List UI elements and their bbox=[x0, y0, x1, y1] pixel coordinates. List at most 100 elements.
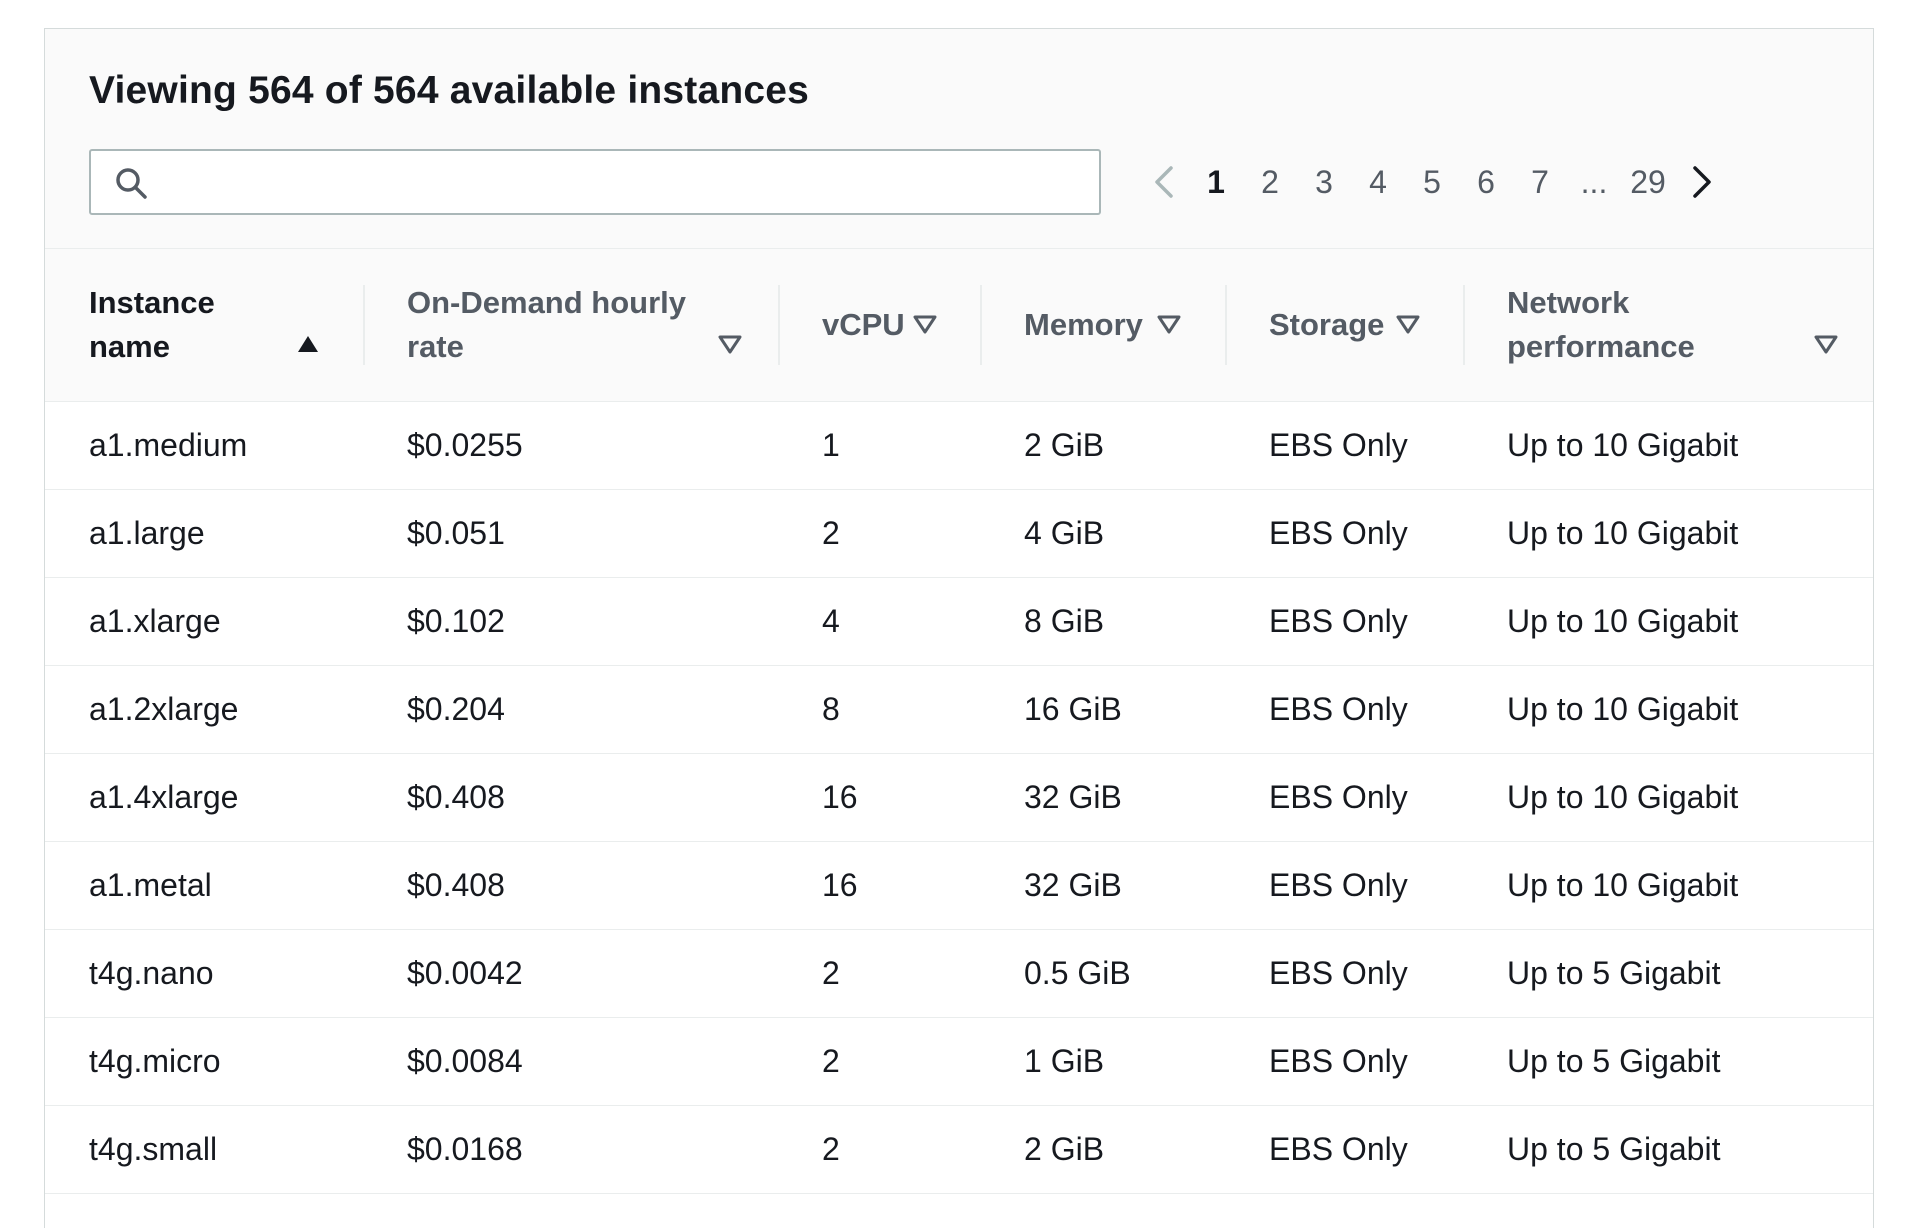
cell-vcpu: 4 bbox=[822, 602, 840, 639]
cell-network-performance: Up to 10 Gigabit bbox=[1507, 778, 1739, 815]
page-4[interactable]: 4 bbox=[1353, 149, 1403, 215]
column-label: Instance name bbox=[89, 284, 215, 364]
cell-network-performance: Up to 5 Gigabit bbox=[1507, 1130, 1721, 1167]
cell-storage: EBS Only bbox=[1269, 954, 1408, 991]
cell-memory: 2 GiB bbox=[1024, 1130, 1105, 1167]
chevron-right-icon[interactable] bbox=[1681, 162, 1721, 202]
sort-descending-outline-icon bbox=[913, 315, 937, 334]
cell-hourly-rate: $0.0084 bbox=[407, 1042, 523, 1079]
cell-network-performance: Up to 10 Gigabit bbox=[1507, 866, 1739, 903]
sort-descending-outline-icon bbox=[1157, 315, 1181, 334]
cell-instance-name: t4g.small bbox=[89, 1130, 218, 1167]
cell-hourly-rate: $0.0042 bbox=[407, 954, 523, 991]
column-header-hourly-rate[interactable]: On-Demand hourly rate bbox=[363, 249, 778, 401]
panel-header: Viewing 564 of 564 available instances 1… bbox=[45, 29, 1873, 249]
cell-storage: EBS Only bbox=[1269, 602, 1408, 639]
column-divider bbox=[778, 285, 780, 365]
page-5[interactable]: 5 bbox=[1407, 149, 1457, 215]
cell-vcpu: 1 bbox=[822, 426, 840, 463]
cell-vcpu: 8 bbox=[822, 690, 840, 727]
cell-memory: 8 GiB bbox=[1024, 602, 1105, 639]
cell-memory: 32 GiB bbox=[1024, 778, 1122, 815]
column-label: On-Demand hourly rate bbox=[407, 284, 687, 364]
page-6[interactable]: 6 bbox=[1461, 149, 1511, 215]
page-2[interactable]: 2 bbox=[1245, 149, 1295, 215]
table-row[interactable]: t4g.micro $0.0084 2 1 GiB EBS Only Up to… bbox=[45, 1017, 1873, 1105]
column-divider bbox=[980, 285, 982, 365]
table-row[interactable]: a1.large $0.051 2 4 GiB EBS Only Up to 1… bbox=[45, 489, 1873, 577]
cell-storage: EBS Only bbox=[1269, 426, 1408, 463]
cell-storage: EBS Only bbox=[1269, 1130, 1408, 1167]
column-header-network-performance[interactable]: Network performance bbox=[1463, 249, 1873, 401]
column-header-vcpu[interactable]: vCPU bbox=[778, 249, 980, 401]
cell-storage: EBS Only bbox=[1269, 690, 1408, 727]
column-header-instance-name[interactable]: Instance name bbox=[45, 249, 363, 401]
cell-memory: 16 GiB bbox=[1024, 690, 1122, 727]
cell-hourly-rate: $0.408 bbox=[407, 866, 505, 903]
cell-storage: EBS Only bbox=[1269, 514, 1408, 551]
cell-hourly-rate: $0.0168 bbox=[407, 1130, 523, 1167]
cell-network-performance: Up to 10 Gigabit bbox=[1507, 426, 1739, 463]
column-label: vCPU bbox=[822, 306, 905, 342]
table-header-row: Instance name On-Demand hourly rate vCPU bbox=[45, 249, 1873, 401]
search-input[interactable] bbox=[89, 149, 1101, 215]
cell-memory: 4 GiB bbox=[1024, 514, 1105, 551]
cell-memory: 32 GiB bbox=[1024, 866, 1122, 903]
sort-ascending-icon bbox=[298, 336, 318, 352]
cell-network-performance: Up to 10 Gigabit bbox=[1507, 690, 1739, 727]
cell-hourly-rate: $0.0255 bbox=[407, 426, 523, 463]
page-1[interactable]: 1 bbox=[1191, 149, 1241, 215]
sort-descending-outline-icon bbox=[1814, 335, 1838, 354]
instances-table: Instance name On-Demand hourly rate vCPU bbox=[45, 249, 1873, 1194]
search-icon bbox=[116, 168, 147, 199]
table-row[interactable]: a1.2xlarge $0.204 8 16 GiB EBS Only Up t… bbox=[45, 665, 1873, 753]
cell-instance-name: a1.4xlarge bbox=[89, 778, 239, 815]
cell-instance-name: a1.2xlarge bbox=[89, 690, 239, 727]
table-row[interactable]: a1.4xlarge $0.408 16 32 GiB EBS Only Up … bbox=[45, 753, 1873, 841]
table-row[interactable]: t4g.small $0.0168 2 2 GiB EBS Only Up to… bbox=[45, 1105, 1873, 1193]
cell-network-performance: Up to 10 Gigabit bbox=[1507, 514, 1739, 551]
cell-hourly-rate: $0.408 bbox=[407, 778, 505, 815]
chevron-left-icon[interactable] bbox=[1145, 162, 1185, 202]
cell-hourly-rate: $0.204 bbox=[407, 690, 505, 727]
page-ellipsis: ... bbox=[1580, 164, 1608, 200]
cell-instance-name: a1.metal bbox=[89, 866, 212, 903]
table-row[interactable]: a1.metal $0.408 16 32 GiB EBS Only Up to… bbox=[45, 841, 1873, 929]
cell-memory: 0.5 GiB bbox=[1024, 954, 1131, 991]
cell-instance-name: t4g.micro bbox=[89, 1042, 221, 1079]
instances-panel: Viewing 564 of 564 available instances 1… bbox=[44, 28, 1874, 1228]
column-label: Storage bbox=[1269, 306, 1385, 342]
cell-network-performance: Up to 5 Gigabit bbox=[1507, 954, 1721, 991]
table-row[interactable]: a1.medium $0.0255 1 2 GiB EBS Only Up to… bbox=[45, 401, 1873, 489]
cell-network-performance: Up to 10 Gigabit bbox=[1507, 602, 1739, 639]
sort-descending-outline-icon bbox=[1396, 315, 1420, 334]
cell-hourly-rate: $0.051 bbox=[407, 514, 505, 551]
cell-storage: EBS Only bbox=[1269, 1042, 1408, 1079]
cell-vcpu: 2 bbox=[822, 1130, 840, 1167]
page-3[interactable]: 3 bbox=[1299, 149, 1349, 215]
cell-storage: EBS Only bbox=[1269, 866, 1408, 903]
cell-instance-name: a1.large bbox=[89, 514, 205, 551]
column-label: Memory bbox=[1024, 306, 1143, 342]
column-divider bbox=[1463, 285, 1465, 365]
page-7[interactable]: 7 bbox=[1515, 149, 1565, 215]
column-label: Network performance bbox=[1507, 284, 1695, 364]
cell-vcpu: 16 bbox=[822, 778, 858, 815]
sort-descending-outline-icon bbox=[718, 335, 742, 354]
page-title: Viewing 564 of 564 available instances bbox=[89, 69, 810, 112]
cell-storage: EBS Only bbox=[1269, 778, 1408, 815]
column-header-storage[interactable]: Storage bbox=[1225, 249, 1463, 401]
column-header-memory[interactable]: Memory bbox=[980, 249, 1225, 401]
cell-memory: 1 GiB bbox=[1024, 1042, 1105, 1079]
table-row[interactable]: t4g.nano $0.0042 2 0.5 GiB EBS Only Up t… bbox=[45, 929, 1873, 1017]
cell-instance-name: t4g.nano bbox=[89, 954, 214, 991]
cell-vcpu: 2 bbox=[822, 514, 840, 551]
cell-vcpu: 2 bbox=[822, 1042, 840, 1079]
cell-vcpu: 16 bbox=[822, 866, 858, 903]
cell-instance-name: a1.xlarge bbox=[89, 602, 221, 639]
table-row[interactable]: a1.xlarge $0.102 4 8 GiB EBS Only Up to … bbox=[45, 577, 1873, 665]
column-divider bbox=[363, 285, 365, 365]
page-29[interactable]: 29 bbox=[1623, 149, 1673, 215]
cell-instance-name: a1.medium bbox=[89, 426, 248, 463]
cell-hourly-rate: $0.102 bbox=[407, 602, 505, 639]
